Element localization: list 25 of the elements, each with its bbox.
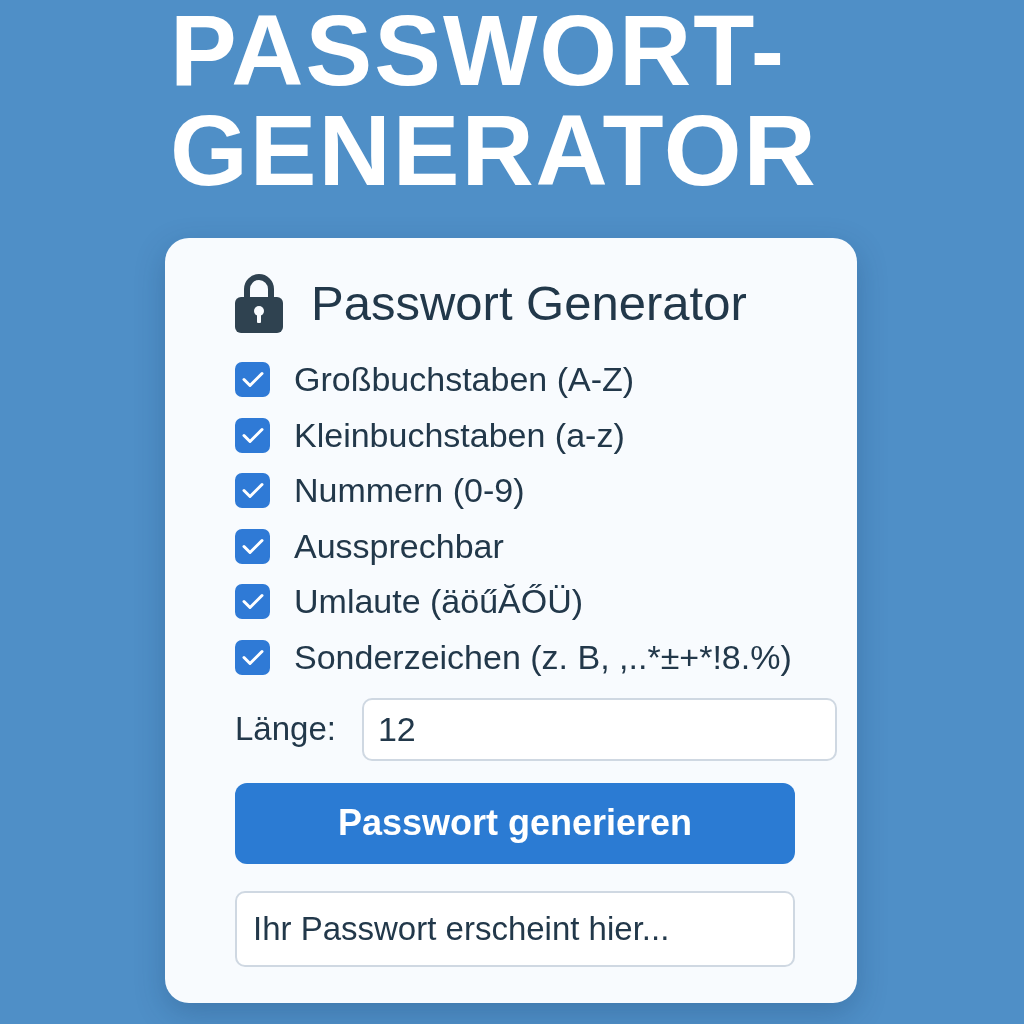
- card-heading: Passwort Generator: [311, 275, 747, 331]
- option-label: Sonderzeichen (z. B, ,..*±+*!8.%): [294, 637, 792, 677]
- check-icon: [241, 537, 264, 555]
- generate-button[interactable]: Passwort generieren: [235, 782, 795, 864]
- password-output-field[interactable]: Ihr Passwort erscheint hier...: [235, 890, 795, 967]
- option-label: Umlaute (äöűĂŐÜ): [294, 582, 584, 621]
- option-label: Nummern (0-9): [294, 471, 525, 510]
- checkbox[interactable]: [235, 473, 270, 508]
- check-icon: [241, 593, 264, 610]
- length-input[interactable]: 12: [361, 697, 837, 761]
- check-icon: [241, 371, 264, 388]
- checkbox[interactable]: [235, 584, 270, 619]
- page-title: PASSWORT-GENERATOR: [170, 0, 819, 200]
- checkbox[interactable]: [235, 417, 270, 453]
- check-icon: [241, 648, 264, 666]
- length-label: Länge:: [235, 710, 336, 748]
- checkbox[interactable]: [235, 362, 270, 397]
- option-label: Aussprechbar: [294, 526, 504, 566]
- check-icon: [241, 482, 264, 499]
- checkbox[interactable]: [235, 639, 270, 675]
- checkbox[interactable]: [235, 528, 270, 564]
- check-icon: [241, 426, 264, 444]
- option-label: Kleinbuchstaben (a-z): [294, 415, 625, 455]
- option-label: Großbuchstaben (A-Z): [294, 360, 635, 399]
- lock-icon: [235, 273, 283, 333]
